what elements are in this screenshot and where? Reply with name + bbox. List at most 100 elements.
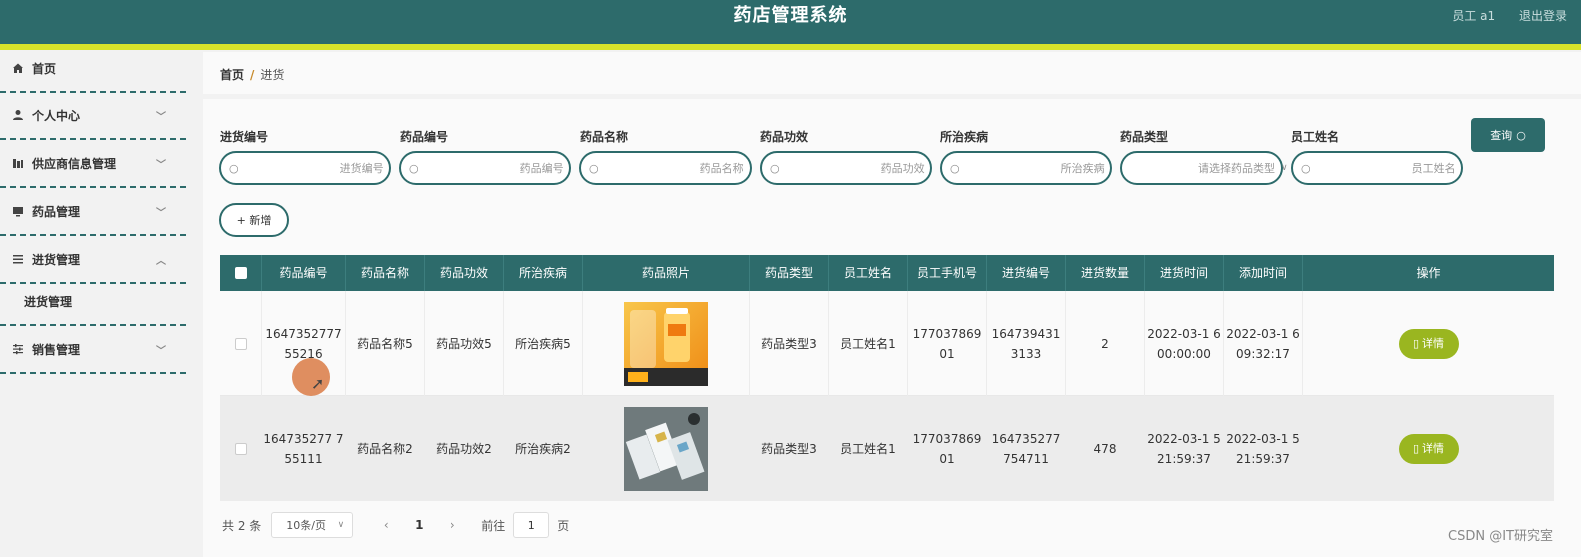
- drug-name-cell: 药品名称5: [346, 291, 425, 396]
- column-header[interactable]: 药品编号: [262, 255, 346, 291]
- goto-label: 前往: [481, 518, 506, 533]
- employee-name-text: 员工姓名1: [840, 336, 896, 351]
- drug-effect-field[interactable]: ○: [760, 151, 932, 185]
- logout-link[interactable]: 退出登录: [1519, 9, 1567, 23]
- filter-label-purchase-no: 进货编号: [220, 130, 269, 144]
- column-header[interactable]: 所治疾病: [504, 255, 583, 291]
- medicine-boxes-photo[interactable]: [624, 406, 708, 491]
- breadcrumb-home[interactable]: 首页: [220, 68, 244, 82]
- drug-type-cell: 药品类型3: [750, 396, 829, 501]
- column-header[interactable]: 药品名称: [346, 255, 425, 291]
- sidebar-item-supplier[interactable]: 供应商信息管理 ﹀: [0, 140, 186, 188]
- drug-no-field[interactable]: ○: [399, 151, 571, 185]
- employee-phone-cell: 177037869 01: [908, 396, 987, 501]
- orange-supplement-bottle-photo[interactable]: [624, 301, 708, 386]
- employee-phone-text: 177037869 01: [912, 431, 982, 466]
- search-icon: ○: [589, 161, 599, 175]
- drug-type-text: 药品类型3: [761, 336, 817, 351]
- column-header[interactable]: 员工姓名: [829, 255, 908, 291]
- column-header[interactable]: 操作: [1303, 255, 1554, 291]
- sidebar-item-purchase[interactable]: 进货管理 ︿: [0, 236, 186, 284]
- column-header[interactable]: 添加时间: [1224, 255, 1303, 291]
- purchase-time-text: 2022-03-1 5 21:59:37: [1147, 431, 1221, 466]
- column-header[interactable]: 进货编号: [987, 255, 1066, 291]
- page-number[interactable]: 1: [399, 518, 439, 532]
- column-header[interactable]: 进货数量: [1066, 255, 1145, 291]
- sidebar-subitem-purchase-management[interactable]: 进货管理: [0, 278, 186, 326]
- query-button[interactable]: 查询 ○: [1471, 118, 1545, 152]
- employee-name-text: 员工姓名1: [840, 441, 896, 456]
- purchase-time-cell: 2022-03-1 6 00:00:00: [1145, 291, 1224, 396]
- column-header[interactable]: 药品类型: [750, 255, 829, 291]
- sidebar-item-label: 药品管理: [32, 204, 81, 219]
- purchase-qty-text: 2: [1101, 336, 1109, 351]
- select-all-checkbox[interactable]: [234, 267, 247, 279]
- filter-label-disease: 所治疾病: [940, 130, 989, 144]
- drug-name-input[interactable]: [598, 161, 744, 175]
- purchase-qty-cell: 2: [1066, 291, 1145, 396]
- drug-effect-cell: 药品功效5: [425, 291, 504, 396]
- column-header[interactable]: 药品功效: [425, 255, 504, 291]
- detail-button-label: 详情: [1422, 336, 1445, 350]
- search-icon: ○: [1301, 161, 1311, 175]
- actions-cell: ▯ 详情: [1303, 396, 1554, 501]
- add-button-label: + 新增: [236, 214, 272, 227]
- filter-label-drug-effect: 药品功效: [760, 130, 809, 144]
- detail-button[interactable]: ▯ 详情: [1398, 433, 1459, 464]
- drug-effect-input[interactable]: [779, 161, 925, 175]
- header-accent-stripe: [0, 44, 1581, 50]
- purchase-no-input[interactable]: [238, 161, 384, 175]
- actions-cell: ▯ 详情: [1303, 291, 1554, 396]
- mouse-cursor-icon: ➚: [311, 374, 325, 393]
- current-user-label[interactable]: 员工 a1: [1452, 9, 1495, 23]
- employee-name-input[interactable]: [1310, 161, 1456, 175]
- prev-page-icon[interactable]: ‹: [373, 518, 399, 532]
- sidebar-item-personal[interactable]: 个人中心 ﹀: [0, 92, 186, 140]
- drug-no-cell: 164735277 755111: [262, 396, 346, 501]
- filter-label-drug-type: 药品类型: [1120, 130, 1169, 144]
- employee-name-field[interactable]: ○: [1291, 151, 1463, 185]
- breadcrumb: 首页 / 进货: [220, 66, 284, 83]
- add-button[interactable]: + 新增: [219, 203, 289, 237]
- sidebar-item-label: 个人中心: [32, 108, 81, 123]
- disease-input[interactable]: [959, 161, 1105, 175]
- drug-type-select-input[interactable]: [1130, 161, 1275, 175]
- purchase-qty-text: 478: [1093, 441, 1117, 456]
- purchase-no-field[interactable]: ○: [219, 151, 391, 185]
- sidebar-item-drugs[interactable]: 药品管理 ﹀: [0, 188, 186, 236]
- detail-button-label: 详情: [1422, 441, 1445, 455]
- search-icon: ○: [229, 161, 239, 175]
- page-size-select[interactable]: 10条/页 ∨: [271, 512, 354, 538]
- home-icon: [12, 62, 24, 74]
- header-user-area: 员工 a1 退出登录: [1432, 0, 1567, 32]
- user-icon: [12, 109, 24, 121]
- search-icon: ○: [770, 161, 780, 175]
- drug-type-select[interactable]: ∨: [1120, 151, 1288, 185]
- sliders-icon: [12, 343, 24, 355]
- search-icon: ○: [409, 161, 419, 175]
- table-row[interactable]: 164735277 755111 药品名称2 药品功效2 所治疾病2 药品类型3…: [220, 396, 1554, 501]
- drug-no-input[interactable]: [418, 161, 564, 175]
- sidebar-item-home[interactable]: 首页: [0, 45, 186, 93]
- row-checkbox[interactable]: [234, 337, 247, 350]
- column-header[interactable]: 药品照片: [583, 255, 750, 291]
- drug-name-text: 药品名称2: [357, 441, 413, 456]
- page-suffix: 页: [557, 518, 570, 533]
- column-header[interactable]: 员工手机号: [908, 255, 987, 291]
- drug-effect-cell: 药品功效2: [425, 396, 504, 501]
- column-header[interactable]: 进货时间: [1145, 255, 1224, 291]
- watermark: CSDN @IT研究室: [1448, 529, 1553, 544]
- disease-field[interactable]: ○: [940, 151, 1112, 185]
- sidebar-item-sales[interactable]: 销售管理 ﹀: [0, 326, 186, 374]
- table-row[interactable]: 1647352777 55216 药品名称5 药品功效5 所治疾病5 药品类型3…: [220, 291, 1554, 396]
- detail-button[interactable]: ▯ 详情: [1398, 328, 1459, 359]
- drug-name-field[interactable]: ○: [579, 151, 752, 185]
- row-checkbox[interactable]: [234, 442, 247, 455]
- goto-page-input[interactable]: [513, 512, 550, 538]
- drug-type-cell: 药品类型3: [750, 291, 829, 396]
- next-page-icon[interactable]: ›: [439, 518, 465, 532]
- row-select-cell: [220, 396, 262, 501]
- added-time-cell: 2022-03-1 5 21:59:37: [1224, 396, 1303, 501]
- drug-no-text: 164735277 755111: [263, 431, 344, 466]
- monitor-icon: [12, 205, 24, 217]
